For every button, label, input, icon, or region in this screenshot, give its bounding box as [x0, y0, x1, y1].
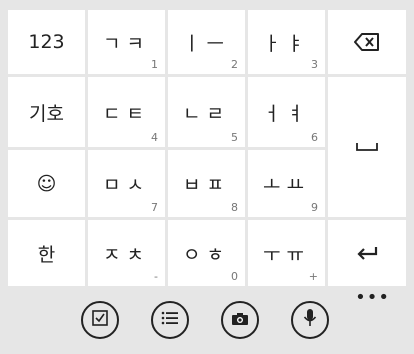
key-hint: 4 — [151, 131, 158, 144]
camera-button[interactable] — [221, 301, 259, 339]
key-numbers[interactable]: 123 — [8, 10, 85, 74]
key-symbols[interactable]: 기호 — [8, 77, 85, 147]
key-hint: 2 — [231, 58, 238, 71]
key-hint: 1 — [151, 58, 158, 71]
space-icon — [328, 77, 406, 217]
list-icon — [161, 310, 179, 330]
key-u-yu[interactable]: ㅜㅠ + — [248, 220, 325, 286]
key-i-eu[interactable]: ㅣㅡ 2 — [168, 10, 245, 74]
more-options-button[interactable]: ••• — [355, 288, 390, 308]
checkbox-button[interactable] — [81, 301, 119, 339]
key-hint: 9 — [311, 201, 318, 214]
key-language-toggle[interactable]: 한 — [8, 220, 85, 286]
list-button[interactable] — [151, 301, 189, 339]
backspace-icon — [328, 10, 406, 74]
key-hint: 0 — [231, 270, 238, 283]
key-label: 한 — [37, 243, 56, 266]
key-a-ya[interactable]: ㅏㅑ 3 — [248, 10, 325, 74]
key-label: 123 — [28, 31, 65, 53]
key-eo-yeo[interactable]: ㅓㅕ 6 — [248, 77, 325, 147]
keyboard: 123 ㄱㅋ 1 ㅣㅡ 2 ㅏㅑ 3 기호 ㄷㅌ 4 ㄴㄹ 5 ㅓㅕ 6 ☺ ㅁ… — [0, 0, 414, 288]
key-mieum-siot[interactable]: ㅁㅅ 7 — [88, 150, 165, 217]
key-o-yo[interactable]: ㅗㅛ 9 — [248, 150, 325, 217]
key-jieut-chieut[interactable]: ㅈㅊ - — [88, 220, 165, 286]
smiley-icon: ☺ — [36, 172, 57, 195]
camera-icon — [231, 311, 249, 330]
enter-icon — [328, 220, 406, 286]
key-label: 기호 — [29, 102, 64, 125]
backspace-key[interactable] — [328, 10, 406, 74]
key-ieung-hieut[interactable]: ㅇㅎ 0 — [168, 220, 245, 286]
key-hint: 3 — [311, 58, 318, 71]
key-hint: 6 — [311, 131, 318, 144]
key-hint: 8 — [231, 201, 238, 214]
space-key[interactable] — [328, 77, 406, 217]
key-digeut-tieut[interactable]: ㄷㅌ 4 — [88, 77, 165, 147]
key-hint: 5 — [231, 131, 238, 144]
key-bieup-pieup[interactable]: ㅂㅍ 8 — [168, 150, 245, 217]
key-hint: + — [308, 270, 318, 283]
key-emoji[interactable]: ☺ — [8, 150, 85, 217]
keyboard-toolbar: ••• — [0, 288, 414, 354]
key-giyeok-kieuk[interactable]: ㄱㅋ 1 — [88, 10, 165, 74]
microphone-icon — [303, 308, 317, 332]
checkbox-icon — [91, 309, 109, 331]
enter-key[interactable] — [328, 220, 406, 286]
key-nieun-rieul[interactable]: ㄴㄹ 5 — [168, 77, 245, 147]
microphone-button[interactable] — [291, 301, 329, 339]
key-hint: - — [154, 270, 158, 283]
key-hint: 7 — [151, 201, 158, 214]
